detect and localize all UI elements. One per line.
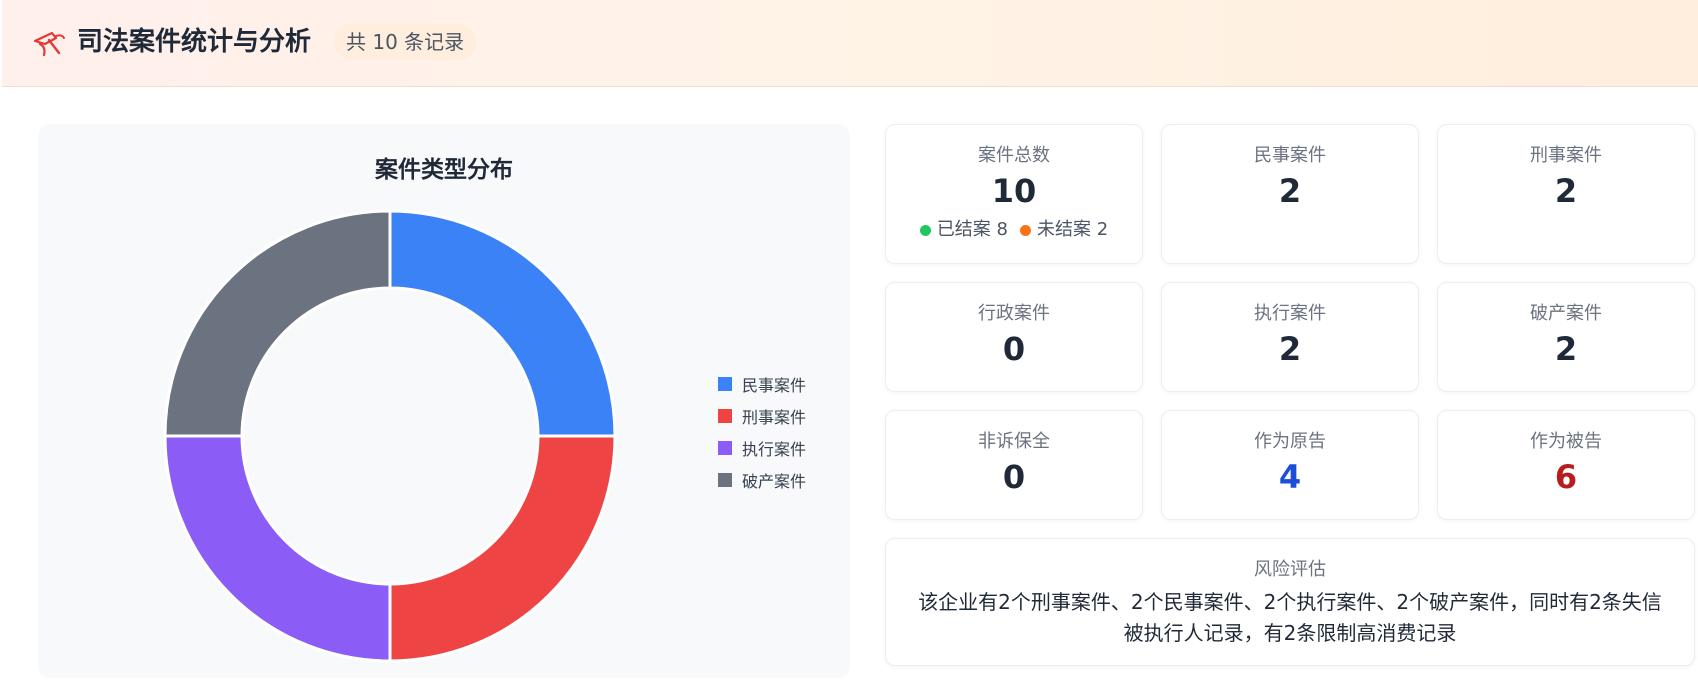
donut-slice-1 <box>388 209 617 438</box>
legend-swatch <box>718 473 732 487</box>
execution-cases-label: 执行案件 <box>1254 303 1326 324</box>
non-litigation-value: 0 <box>1002 458 1026 496</box>
case-type-chart-panel: 案件类型分布 民事案件刑事案件执行案件破产案件 <box>38 124 850 678</box>
bankruptcy-cases-label: 破产案件 <box>1530 303 1602 324</box>
record-count-badge: 共 10 条记录 <box>334 24 477 60</box>
civil-cases-value: 2 <box>1278 172 1302 210</box>
legend-label: 破产案件 <box>742 472 807 491</box>
legend-item-4[interactable]: 破产案件 <box>718 464 806 496</box>
criminal-cases-value: 2 <box>1554 172 1578 210</box>
stat-card-as-defendant: 作为被告 6 <box>1437 410 1695 520</box>
stat-card-civil: 民事案件 2 <box>1161 124 1419 264</box>
legend-item-1[interactable]: 民事案件 <box>718 368 806 400</box>
bankruptcy-cases-value: 2 <box>1554 330 1578 368</box>
civil-cases-label: 民事案件 <box>1254 145 1326 166</box>
donut-chart <box>163 209 617 663</box>
chart-legend: 民事案件刑事案件执行案件破产案件 <box>718 368 806 496</box>
criminal-cases-label: 刑事案件 <box>1530 145 1602 166</box>
open-cases: 未结案 2 <box>1020 215 1108 241</box>
risk-assessment-label: 风险评估 <box>1254 559 1326 580</box>
closed-cases: 已结案 8 <box>919 215 1008 241</box>
donut-slice-4 <box>163 209 392 438</box>
donut-slice-3 <box>163 434 392 663</box>
stat-card-criminal: 刑事案件 2 <box>1437 124 1695 264</box>
risk-assessment-text: 该企业有2个刑事案件、2个民事案件、2个执行案件、2个破产案件，同时有2条失信被… <box>918 590 1662 645</box>
legend-swatch <box>718 409 732 423</box>
chart-title: 案件类型分布 <box>375 157 513 183</box>
as-defendant-label: 作为被告 <box>1530 431 1602 452</box>
open-status-dot <box>1020 224 1031 236</box>
stat-card-administrative: 行政案件 0 <box>885 282 1143 392</box>
risk-assessment-card: 风险评估 该企业有2个刑事案件、2个民事案件、2个执行案件、2个破产案件，同时有… <box>885 538 1695 666</box>
page-title: 司法案件统计与分析 <box>77 27 312 57</box>
gavel-icon <box>33 31 65 57</box>
legend-label: 刑事案件 <box>742 408 807 427</box>
legend-item-3[interactable]: 执行案件 <box>718 432 806 464</box>
as-plaintiff-label: 作为原告 <box>1254 431 1326 452</box>
legend-swatch <box>718 441 732 455</box>
legend-label: 民事案件 <box>742 376 807 395</box>
execution-cases-value: 2 <box>1278 330 1302 368</box>
stat-card-non-litigation: 非诉保全 0 <box>885 410 1143 520</box>
page-header: 司法案件统计与分析 共 10 条记录 <box>2 0 1698 87</box>
legend-item-2[interactable]: 刑事案件 <box>718 400 806 432</box>
stat-card-execution: 执行案件 2 <box>1161 282 1419 392</box>
donut-slice-2 <box>388 434 617 663</box>
as-defendant-value: 6 <box>1554 458 1578 496</box>
stat-card-total: 案件总数 10 已结案 8 未结案 2 <box>885 124 1143 264</box>
closed-status-dot <box>919 224 931 236</box>
stat-card-bankruptcy: 破产案件 2 <box>1437 282 1695 392</box>
total-cases-value: 10 <box>991 172 1037 210</box>
legend-swatch <box>718 377 732 391</box>
non-litigation-label: 非诉保全 <box>978 431 1050 452</box>
administrative-cases-label: 行政案件 <box>978 303 1050 324</box>
stat-card-as-plaintiff: 作为原告 4 <box>1161 410 1419 520</box>
total-cases-label: 案件总数 <box>978 145 1050 166</box>
administrative-cases-value: 0 <box>1002 330 1026 368</box>
as-plaintiff-value: 4 <box>1278 458 1302 496</box>
case-status-summary: 已结案 8 未结案 2 <box>886 215 1142 241</box>
legend-label: 执行案件 <box>742 440 807 459</box>
